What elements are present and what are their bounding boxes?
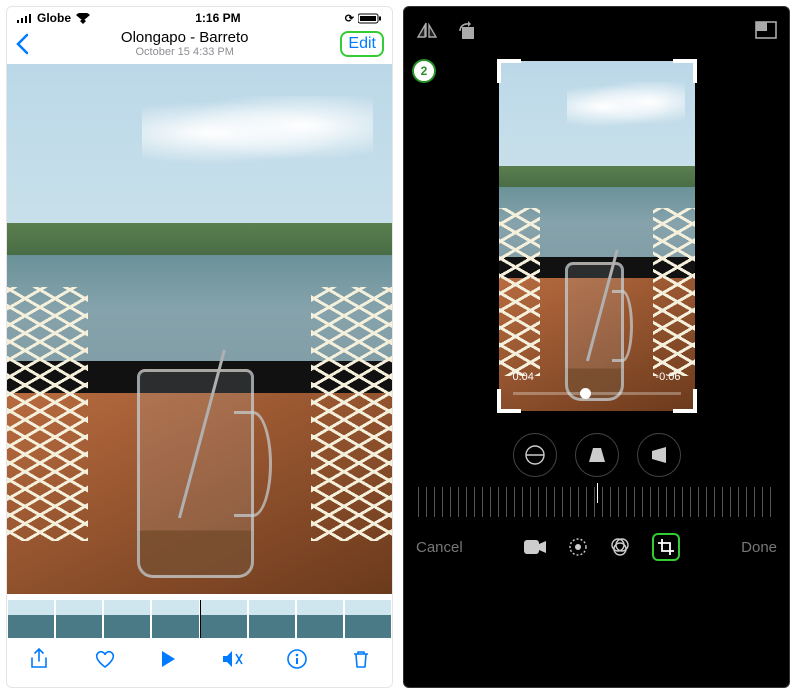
done-button[interactable]: Done [741,539,777,556]
perspective-button-row [404,433,789,477]
orientation-lock-icon: ⟳ [345,12,354,25]
nav-header: Olongapo - Barreto October 15 4:33 PM Ed… [7,25,392,64]
date-subtitle: October 15 4:33 PM [29,46,340,58]
vertical-perspective-button[interactable] [575,433,619,477]
time-elapsed-label: 0:04 [513,371,534,383]
video-icon[interactable] [524,540,546,554]
trash-icon[interactable] [352,649,370,669]
photos-detail-screen: Globe 1:16 PM ⟳ Olongapo - Barreto Octob… [6,6,393,688]
filters-icon[interactable] [610,537,630,557]
scrubber-slider[interactable] [513,392,681,395]
share-icon[interactable] [29,648,49,670]
crop-icon[interactable] [652,533,680,561]
adjust-icon[interactable] [568,537,588,557]
horizontal-perspective-button[interactable] [637,433,681,477]
carrier-label: Globe [37,11,71,25]
crop-top-toolbar [404,7,789,49]
edit-button[interactable]: Edit [340,31,384,57]
angle-ruler[interactable] [418,487,775,517]
crop-frame[interactable]: 0:04 -0:06 [499,61,695,411]
media-preview[interactable] [7,64,392,594]
clock-label: 1:16 PM [195,11,240,25]
ruler-center-icon [597,483,598,503]
scrubber-knob-icon[interactable] [580,388,591,399]
annotation-marker: 2 [412,59,436,83]
location-title: Olongapo - Barreto [29,29,340,46]
status-bar: Globe 1:16 PM ⟳ [7,7,392,25]
cancel-button[interactable]: Cancel [416,539,463,556]
aspect-ratio-icon[interactable] [755,21,777,41]
battery-icon [358,13,382,24]
bottom-toolbar [7,642,392,676]
signal-icon [17,13,33,23]
flip-horizontal-icon[interactable] [416,21,438,41]
edit-bottom-bar: Cancel Done [404,517,789,565]
play-icon[interactable] [160,650,176,668]
video-crop-editor-screen: 2 0:04 -0:06 [403,6,790,688]
time-remaining-label: -0:06 [655,371,680,383]
playhead-icon[interactable] [200,600,201,638]
back-button[interactable] [15,33,29,55]
straighten-button[interactable] [513,433,557,477]
rotate-icon[interactable] [456,21,476,41]
video-filmstrip[interactable] [7,600,392,638]
wifi-icon [75,13,91,24]
heart-icon[interactable] [94,649,116,669]
info-icon[interactable] [287,649,307,669]
mute-icon[interactable] [221,650,243,668]
